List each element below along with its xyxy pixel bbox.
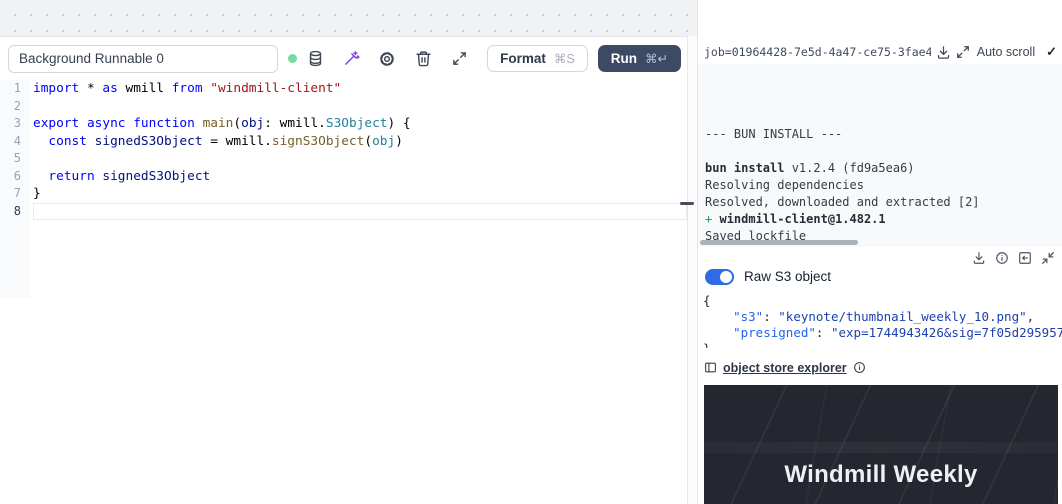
result-toolbar (698, 247, 1062, 265)
raw-s3-toggle[interactable] (705, 269, 734, 285)
explorer-info-icon[interactable] (853, 361, 866, 374)
line-number: 2 (0, 98, 30, 116)
code-lines: import * as wmill from "windmill-client"… (30, 80, 687, 298)
info-icon[interactable] (995, 251, 1009, 265)
job-id-label: job=01964428-7e5d-4a47-ce75-3fae4 (704, 45, 931, 59)
raw-s3-toggle-label: Raw S3 object (744, 269, 831, 284)
json-line: "s3": "keynote/thumbnail_weekly_10.png", (703, 309, 1062, 325)
database-icon[interactable] (297, 45, 333, 73)
status-dot-icon (288, 54, 297, 63)
download-logs-icon[interactable] (936, 45, 951, 60)
format-label: Format (500, 51, 546, 66)
log-line: bun install v1.2.4 (fd9a5ea6) (705, 160, 1054, 177)
line-number: 1 (0, 80, 30, 98)
job-output-panel: job=01964428-7e5d-4a47-ce75-3fae4 Auto s… (698, 0, 1062, 504)
app-canvas: Format ⌘S Run ⌘↵ 12345678 import * as wm… (0, 0, 698, 504)
line-number-gutter: 12345678 (0, 80, 30, 298)
line-number: 7 (0, 185, 30, 203)
download-result-icon[interactable] (972, 251, 986, 265)
code-line (33, 150, 687, 168)
collapse-icon[interactable] (1041, 251, 1055, 265)
line-number: 5 (0, 150, 30, 168)
panel-resize-handle[interactable] (680, 202, 694, 205)
run-label: Run (611, 51, 637, 66)
autoscroll-check-icon[interactable]: ✓ (1046, 44, 1057, 60)
ai-wand-icon[interactable] (333, 45, 369, 73)
code-line: const signedS3Object = wmill.signS3Objec… (33, 133, 687, 151)
code-line (33, 203, 687, 221)
result-image-preview: Windmill Weekly (704, 385, 1058, 504)
windmill-app-editor: Format ⌘S Run ⌘↵ 12345678 import * as wm… (0, 0, 1062, 504)
trash-icon[interactable] (405, 45, 441, 73)
result-json: { "s3": "keynote/thumbnail_weekly_10.png… (698, 285, 1062, 347)
line-number: 4 (0, 133, 30, 151)
log-line: --- BUN INSTALL --- (705, 126, 1054, 143)
inline-script-editor: Format ⌘S Run ⌘↵ 12345678 import * as wm… (0, 36, 688, 504)
run-shortcut: ⌘↵ (645, 51, 668, 66)
open-drawer-icon[interactable] (1018, 251, 1032, 265)
format-button[interactable]: Format ⌘S (487, 45, 588, 72)
job-header: job=01964428-7e5d-4a47-ce75-3fae4 Auto s… (698, 44, 1062, 60)
preview-faint-text-band (704, 442, 1058, 453)
editor-toolbar: Format ⌘S Run ⌘↵ (0, 37, 687, 80)
settings-gear-icon[interactable] (369, 45, 405, 73)
autoscroll-label: Auto scroll (977, 45, 1035, 59)
log-line: + windmill-client@1.482.1 (705, 211, 1054, 228)
run-button[interactable]: Run ⌘↵ (598, 45, 681, 72)
code-editor[interactable]: 12345678 import * as wmill from "windmil… (0, 80, 687, 298)
line-number: 3 (0, 115, 30, 133)
panel-gap (687, 36, 697, 504)
code-line (33, 98, 687, 116)
script-name-input[interactable] (8, 45, 278, 73)
code-line: export async function main(obj: wmill.S3… (33, 115, 687, 133)
sidebar-panel-icon (704, 361, 717, 374)
job-logs: --- BUN INSTALL --- bun install v1.2.4 (… (698, 64, 1062, 247)
log-line: 1 package installed [91.00ms] (705, 245, 1054, 247)
log-line (705, 143, 1054, 160)
log-line: Resolved, downloaded and extracted [2] (705, 194, 1054, 211)
raw-s3-toggle-row: Raw S3 object (698, 265, 1062, 286)
line-number: 6 (0, 168, 30, 186)
maximize-logs-icon[interactable] (956, 45, 970, 59)
code-line: import * as wmill from "windmill-client" (33, 80, 687, 98)
code-line: } (33, 185, 687, 203)
preview-title: Windmill Weekly (704, 461, 1058, 489)
line-number: 8 (0, 203, 30, 221)
code-line: return signedS3Object (33, 168, 687, 186)
object-store-explorer-link[interactable]: object store explorer (723, 361, 847, 375)
object-store-explorer-row: object store explorer (698, 348, 1062, 375)
json-line: { (703, 293, 1062, 309)
json-line: "presigned": "exp=1744943426&sig=7f05d29… (703, 325, 1062, 341)
format-shortcut: ⌘S (554, 51, 575, 66)
log-horizontal-scrollbar[interactable] (700, 240, 858, 245)
expand-icon[interactable] (441, 45, 477, 73)
log-line: Resolving dependencies (705, 177, 1054, 194)
